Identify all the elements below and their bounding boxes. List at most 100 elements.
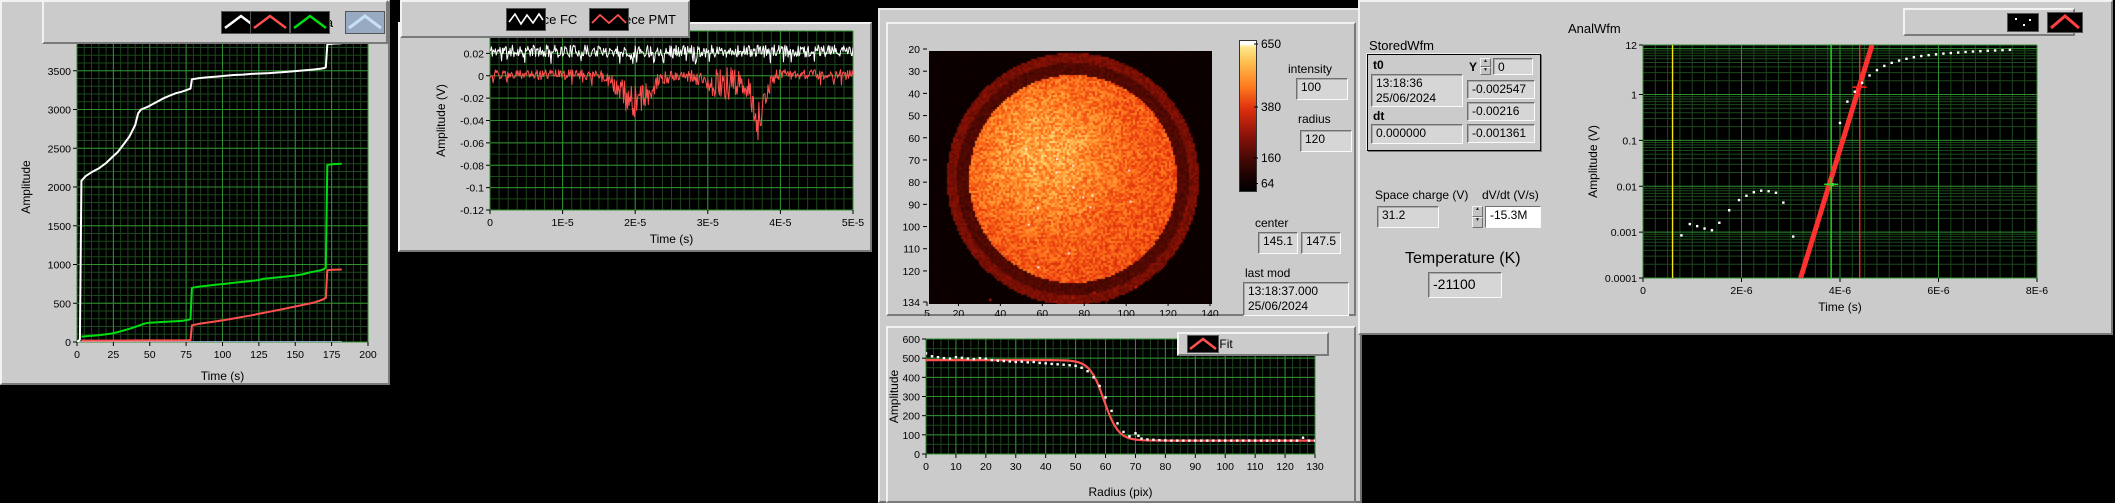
svg-text:50: 50 [1070,461,1082,473]
svg-text:1000: 1000 [48,260,72,272]
dvdt-input[interactable]: -15.3M [1485,206,1541,228]
svg-text:3E-5: 3E-5 [697,217,719,229]
svg-text:50: 50 [908,111,920,123]
svg-text:Time (s): Time (s) [650,232,694,246]
legend-item-td[interactable]: TD [220,10,261,34]
svg-text:3500: 3500 [48,66,72,78]
y-index-input[interactable]: 0 [1493,58,1533,75]
svg-text:60: 60 [1036,308,1048,316]
legend-item-amt[interactable]: AMT [250,10,291,34]
svg-text:20: 20 [980,461,992,473]
y-value-0: -0.002547 [1467,80,1535,99]
svg-text:134: 134 [902,297,920,309]
temperature-display: -21100 [1428,272,1502,298]
legend-item-brescia[interactable]: Brescia [289,10,333,34]
svg-text:1: 1 [1631,90,1637,102]
svg-text:0: 0 [65,337,71,349]
t0-display: 13:18:36 25/06/2024 [1371,74,1463,107]
svg-text:6E-6: 6E-6 [1927,285,1949,297]
svg-text:1E-5: 1E-5 [552,217,574,229]
svg-text:600: 600 [902,334,920,346]
svg-text:40: 40 [908,88,920,100]
radial-legend: Data Fit [1177,332,1329,356]
svg-text:Amplitude (V): Amplitude (V) [1586,125,1600,198]
y-array-label: Y [1469,60,1478,74]
esource-line-icon[interactable] [505,7,546,31]
svg-text:80: 80 [1078,308,1090,316]
legend-item-teepiece[interactable]: Tee piece PMT [589,7,676,31]
svg-text:30: 30 [908,66,920,78]
svg-text:20: 20 [908,44,920,56]
t0-time: 13:18:36 [1376,76,1423,90]
dvdt-label: dV/dt (V/s) [1482,188,1539,202]
t0-label: t0 [1373,58,1384,72]
sipm-dots-icon[interactable] [2007,12,2040,32]
svg-text:75: 75 [180,349,192,361]
svg-text:60: 60 [1100,461,1112,473]
fit-line-icon[interactable] [1187,335,1219,353]
legend-item-analfit[interactable]: Fit [2046,11,2083,33]
svg-text:4E-5: 4E-5 [769,217,791,229]
svg-text:110: 110 [903,244,920,256]
svg-text:2500: 2500 [48,143,72,155]
svg-text:50: 50 [144,349,156,361]
svg-text:40: 40 [1040,461,1052,473]
y-value-1: -0.00216 [1467,102,1535,121]
svg-text:Amplitude: Amplitude [19,160,33,214]
svg-text:90: 90 [1189,461,1201,473]
svg-text:200: 200 [902,411,920,423]
svg-text:0: 0 [487,217,493,229]
svg-text:0: 0 [1640,285,1646,297]
svg-text:10: 10 [950,461,962,473]
svg-text:64: 64 [1261,177,1275,191]
svg-text:-0.06: -0.06 [460,138,484,150]
bgo-line-icon[interactable] [345,10,386,34]
svg-text:25: 25 [108,349,120,361]
legend-item-esource[interactable]: e-source FC [505,7,577,31]
svg-text:80: 80 [1160,461,1172,473]
svg-text:-0.04: -0.04 [460,116,484,128]
storedwfm-cluster: t0 13:18:36 25/06/2024 dt 0.000000 Y ▲ ▼ … [1367,54,1541,151]
dvdt-spinner[interactable]: ▲ ▼ [1472,206,1483,228]
svg-text:130: 130 [1306,461,1324,473]
history-chart[interactable]: 0 25 50 75 100 125 150 175 200050010001500200025… [0,20,390,385]
svg-text:Time (s): Time (s) [1818,300,1862,314]
analwfm-chart[interactable]: 0 2E-6 4E-6 6E-6 8E-6 12 1 0.1 0.01 0.001 0.0001 Ti… [1585,12,2095,317]
brescia-line-icon[interactable] [289,10,330,34]
amt-line-icon[interactable] [250,10,291,34]
svg-text:150: 150 [286,349,304,361]
svg-text:175: 175 [323,349,341,361]
svg-text:100: 100 [1117,308,1135,316]
svg-text:Time (s): Time (s) [201,369,245,383]
space-charge-display: 31.2 [1377,206,1439,228]
svg-text:0.0001: 0.0001 [1605,273,1637,285]
t0-date: 25/06/2024 [1376,91,1437,105]
svg-text:40: 40 [995,308,1007,316]
analfit-line-icon[interactable] [2046,11,2083,33]
svg-text:300: 300 [902,392,920,404]
legend-item-sipm[interactable]: SiPM [2007,12,2040,32]
legend-item-bgo[interactable]: BGO [345,10,386,34]
svg-text:2000: 2000 [48,182,72,194]
svg-text:12: 12 [1625,40,1637,52]
svg-text:125: 125 [250,349,268,361]
dt-label: dt [1373,109,1385,123]
svg-text:0: 0 [74,349,80,361]
y-index-spinner[interactable]: ▲ ▼ [1480,58,1491,75]
svg-text:140: 140 [1201,308,1219,316]
svg-text:Amplitude (V): Amplitude (V) [434,84,448,157]
svg-text:650: 650 [1261,37,1281,51]
svg-text:-0.1: -0.1 [466,183,484,195]
svg-text:500: 500 [902,353,920,365]
svg-text:70: 70 [1130,461,1142,473]
app-root: TD AMT Brescia BGO 0 25 50 75 100 125 150 175 20… [0,0,2115,503]
svg-text:4E-6: 4E-6 [1829,285,1851,297]
teepiece-line-icon[interactable] [589,7,630,31]
svg-text:100: 100 [214,349,232,361]
svg-text:20: 20 [953,308,965,316]
svg-text:3000: 3000 [48,105,72,117]
svg-text:0: 0 [914,449,920,461]
analwfm-legend: SiPM Fit [1903,8,2083,36]
svg-text:2E-5: 2E-5 [624,217,646,229]
svg-text:120: 120 [902,266,920,278]
